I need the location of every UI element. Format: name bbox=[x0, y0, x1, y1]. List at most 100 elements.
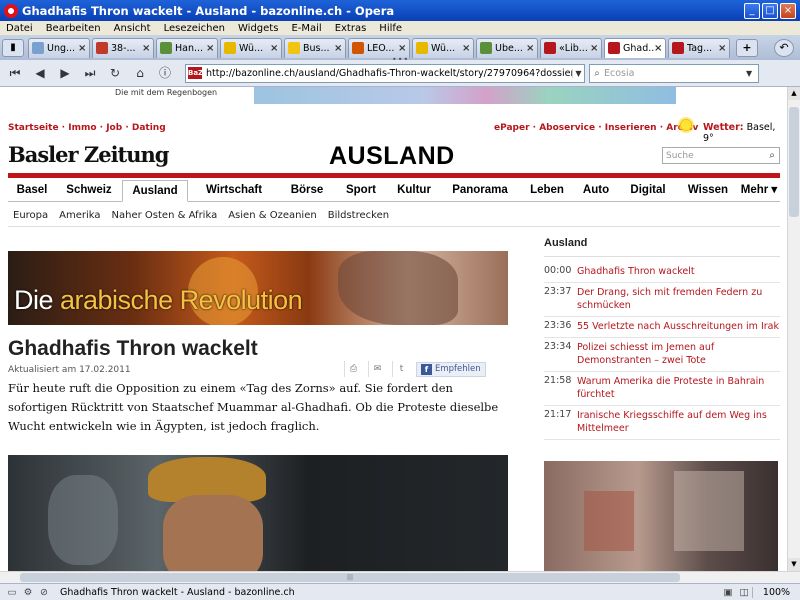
tab-11[interactable]: Tag... × bbox=[668, 37, 730, 58]
subnav-item[interactable]: Asien & Ozeanien bbox=[228, 210, 316, 221]
tab-9[interactable]: «Lib... × bbox=[540, 37, 602, 58]
site-logo[interactable]: Basler Zeitung bbox=[8, 142, 169, 167]
nav-item-börse[interactable]: Börse bbox=[280, 180, 334, 202]
news-headline-link[interactable]: Polizei schiesst im Jemen auf Demonstran… bbox=[577, 341, 780, 367]
nav-item-auto[interactable]: Auto bbox=[574, 180, 618, 202]
news-list-item[interactable]: 23:34 Polizei schiesst im Jemen auf Demon… bbox=[544, 338, 780, 372]
hero-banner[interactable]: Die arabische Revolution bbox=[8, 251, 508, 325]
tab-close-icon[interactable]: × bbox=[206, 43, 214, 54]
subnav-item[interactable]: Amerika bbox=[59, 210, 100, 221]
unite-icon[interactable]: ⚙ bbox=[20, 587, 36, 598]
news-list-item[interactable]: 21:17 Iranische Kriegsschiffe auf dem Weg… bbox=[544, 406, 780, 440]
panel-icon[interactable]: ▭ bbox=[4, 587, 20, 598]
menu-ansicht[interactable]: Ansicht bbox=[108, 23, 158, 34]
tab-close-icon[interactable]: × bbox=[590, 43, 598, 54]
nav-item-digital[interactable]: Digital bbox=[618, 180, 678, 202]
tab-1[interactable]: Ung... × bbox=[28, 37, 90, 58]
horizontal-scrollbar[interactable]: ||| bbox=[0, 571, 800, 583]
menu-bearbeiten[interactable]: Bearbeiten bbox=[40, 23, 108, 34]
tab-close-icon[interactable]: × bbox=[654, 43, 662, 54]
tab-close-icon[interactable]: × bbox=[142, 43, 150, 54]
news-headline-link[interactable]: 55 Verletzte nach Ausschreitungen im Ira… bbox=[577, 320, 779, 333]
tab-close-icon[interactable]: × bbox=[78, 43, 86, 54]
tab-10[interactable]: Ghad... × bbox=[604, 37, 666, 58]
news-list-item[interactable]: 00:00 Ghadhafis Thron wackelt bbox=[544, 262, 780, 283]
tab-3[interactable]: Han... × bbox=[156, 37, 218, 58]
zoom-level[interactable]: 100% bbox=[752, 586, 800, 598]
view-icon[interactable]: ◫ bbox=[736, 587, 752, 598]
panel-toggle-button[interactable]: ▮ bbox=[2, 38, 24, 57]
email-icon[interactable]: ✉ bbox=[368, 361, 386, 377]
menu-widgets[interactable]: Widgets bbox=[232, 23, 285, 34]
print-icon[interactable]: ⎙ bbox=[344, 361, 362, 377]
menu-datei[interactable]: Datei bbox=[0, 23, 40, 34]
news-list-item[interactable]: 23:37 Der Drang, sich mit fremden Federn … bbox=[544, 283, 780, 317]
vertical-scrollbar[interactable]: ▲ ▼ bbox=[787, 87, 800, 571]
address-dropdown-icon[interactable]: ▼ bbox=[572, 68, 584, 78]
top-banner-ad[interactable] bbox=[254, 87, 676, 104]
menu-lesezeichen[interactable]: Lesezeichen bbox=[158, 23, 232, 34]
menu-hilfe[interactable]: Hilfe bbox=[373, 23, 409, 34]
tab-7[interactable]: Wü... × bbox=[412, 37, 474, 58]
nav-item-ausland[interactable]: Ausland bbox=[122, 179, 188, 202]
tab-8[interactable]: Übe... × bbox=[476, 37, 538, 58]
tab-close-icon[interactable]: × bbox=[270, 43, 278, 54]
tab-5[interactable]: Bus... × bbox=[284, 37, 346, 58]
article-photo[interactable] bbox=[8, 455, 508, 571]
nav-item-wirtschaft[interactable]: Wirtschaft bbox=[188, 180, 280, 202]
home-icon[interactable]: ⌂ bbox=[129, 63, 151, 83]
scroll-up-icon[interactable]: ▲ bbox=[788, 87, 800, 100]
address-url[interactable]: http://bazonline.ch/ausland/Ghadhafis-Th… bbox=[206, 68, 572, 79]
tab-4[interactable]: Wü... × bbox=[220, 37, 282, 58]
horizontal-scroll-thumb[interactable]: ||| bbox=[20, 573, 680, 582]
subnav-item[interactable]: Bildstrecken bbox=[328, 210, 389, 221]
sidebar-photo[interactable] bbox=[544, 461, 778, 571]
service-links[interactable]: Startseite · Immo · Job · Dating bbox=[8, 123, 166, 133]
news-list-item[interactable]: 23:36 55 Verletzte nach Ausschreitungen i… bbox=[544, 317, 780, 338]
news-list-item[interactable]: 21:58 Warum Amerika die Proteste in Bahra… bbox=[544, 372, 780, 406]
news-headline-link[interactable]: Ghadhafis Thron wackelt bbox=[577, 265, 695, 278]
close-button[interactable]: × bbox=[780, 2, 796, 19]
search-field[interactable]: ⌕ Ecosia ▼ bbox=[589, 63, 759, 83]
fast-forward-icon[interactable]: ⏭ bbox=[79, 63, 101, 83]
turbo-icon[interactable]: ⊘ bbox=[36, 587, 52, 598]
reload-icon[interactable]: ↻ bbox=[104, 63, 126, 83]
tab-close-icon[interactable]: × bbox=[718, 43, 726, 54]
nav-item-panorama[interactable]: Panorama bbox=[440, 180, 520, 202]
back-icon[interactable]: ◀ bbox=[29, 63, 51, 83]
menu-extras[interactable]: Extras bbox=[329, 23, 374, 34]
nav-item-wissen[interactable]: Wissen bbox=[678, 180, 738, 202]
subnav-item[interactable]: Europa bbox=[13, 210, 48, 221]
facebook-like-button[interactable]: f Empfehlen bbox=[416, 361, 486, 377]
maximize-button[interactable]: □ bbox=[762, 2, 778, 19]
twitter-icon[interactable]: t bbox=[392, 361, 410, 377]
nav-item-sport[interactable]: Sport bbox=[334, 180, 388, 202]
tab-close-icon[interactable]: × bbox=[334, 43, 342, 54]
images-icon[interactable]: ▣ bbox=[720, 587, 736, 598]
vertical-scroll-thumb[interactable] bbox=[789, 107, 799, 217]
service-links-right[interactable]: ePaper · Aboservice · Inserieren · Archi… bbox=[494, 123, 698, 133]
site-search-input[interactable]: Suche ⌕ bbox=[662, 147, 780, 164]
news-headline-link[interactable]: Iranische Kriegsschiffe auf dem Weg ins … bbox=[577, 409, 780, 435]
closed-tabs-icon[interactable]: ↶ bbox=[774, 39, 794, 57]
search-icon[interactable]: ⌕ bbox=[765, 150, 779, 161]
news-headline-link[interactable]: Der Drang, sich mit fremden Federn zu sc… bbox=[577, 286, 780, 312]
weather[interactable]: Wetter: Basel, 9° bbox=[703, 122, 787, 144]
forward-icon[interactable]: ▶ bbox=[54, 63, 76, 83]
tab-close-icon[interactable]: × bbox=[526, 43, 534, 54]
menu-email[interactable]: E-Mail bbox=[285, 23, 328, 34]
nav-item-schweiz[interactable]: Schweiz bbox=[56, 180, 122, 202]
nav-item-mehr[interactable]: Mehr ▾ bbox=[738, 180, 780, 202]
site-info-icon[interactable]: ⓘ bbox=[154, 63, 176, 83]
tab-close-icon[interactable]: × bbox=[462, 43, 470, 54]
nav-item-kultur[interactable]: Kultur bbox=[388, 180, 440, 202]
tab-2[interactable]: 38-... × bbox=[92, 37, 154, 58]
scroll-down-icon[interactable]: ▼ bbox=[788, 558, 800, 571]
nav-item-basel[interactable]: Basel bbox=[8, 180, 56, 202]
subnav-item[interactable]: Naher Osten & Afrika bbox=[112, 210, 218, 221]
search-engine-dropdown-icon[interactable]: ▼ bbox=[746, 69, 758, 78]
minimize-button[interactable]: _ bbox=[744, 2, 760, 19]
rewind-icon[interactable]: ⏮ bbox=[4, 63, 26, 83]
address-bar[interactable]: BaZ http://bazonline.ch/ausland/Ghadhafi… bbox=[185, 63, 585, 83]
new-tab-button[interactable]: + bbox=[736, 38, 758, 57]
